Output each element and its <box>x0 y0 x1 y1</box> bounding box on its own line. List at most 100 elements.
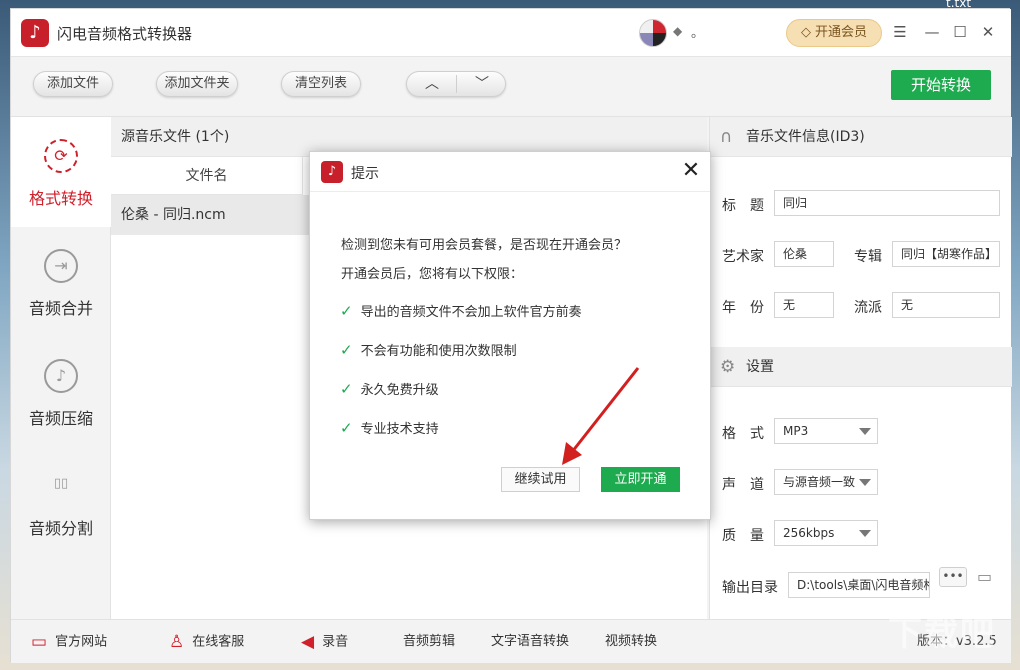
output-dir-field[interactable]: D:\tools\桌面\闪电音频格 <box>788 572 930 598</box>
year-label: 年 份 <box>722 300 764 316</box>
record-link[interactable]: ◀ 录音 <box>301 620 348 664</box>
check-icon: ✓ <box>340 380 353 398</box>
video-convert-link[interactable]: 视频转换 <box>605 620 657 664</box>
record-label: 录音 <box>322 634 349 650</box>
start-convert-button[interactable]: 开始转换 <box>891 70 991 100</box>
refresh-icon: ⟳ <box>44 139 78 173</box>
channel-select-value: 与源音频一致 <box>783 475 856 489</box>
format-label: 格 式 <box>722 426 764 442</box>
footer-bar: ▭ 官方网站 ♙ 在线客服 ◀ 录音 音频剪辑 文字语音转换 视频转换 版本：v3.2… <box>11 619 1011 663</box>
id3-section-header: ∩ 音乐文件信息(ID3) <box>710 117 1012 157</box>
sidebar-item-label: 音频分割 <box>28 519 93 538</box>
format-select-value: MP3 <box>783 424 809 438</box>
headphones-icon: ∩ <box>720 127 733 147</box>
dialog-submessage: 开通会员后，您将有以下权限： <box>341 267 524 282</box>
id3-section-title: 音乐文件信息(ID3) <box>746 129 865 145</box>
channel-label: 声 道 <box>722 477 764 493</box>
perk-item: ✓ 导出的音频文件不会加上软件官方前奏 <box>340 301 582 320</box>
add-file-button[interactable]: 添加文件 <box>33 71 113 97</box>
gem-icon: ◇ <box>800 25 811 40</box>
title-bar: ♪ 闪电音频格式转换器 ◆ 。 ◇ 开通会员 ☰ — ☐ ✕ <box>11 9 1011 57</box>
artist-field[interactable]: 伦桑 <box>774 241 834 267</box>
artist-label: 艺术家 <box>722 249 764 265</box>
app-title: 闪电音频格式转换器 <box>57 25 193 43</box>
tts-link[interactable]: 文字语音转换 <box>491 620 569 664</box>
gear-icon: ⚙ <box>720 357 736 377</box>
quality-select-value: 256kbps <box>783 526 835 540</box>
menu-icon[interactable]: ☰ <box>891 23 909 41</box>
split-icon: ▯▯ <box>53 476 69 491</box>
app-logo-icon: ♪ <box>21 19 49 47</box>
quality-select[interactable]: 256kbps <box>774 520 878 546</box>
audio-cut-link[interactable]: 音频剪辑 <box>403 620 455 664</box>
open-membership-button[interactable]: 立即开通 <box>601 467 680 492</box>
title-field[interactable]: 同归 <box>774 190 1000 216</box>
official-website-link[interactable]: ▭ 官方网站 <box>31 620 107 664</box>
album-field[interactable]: 同归【胡寒作品】 <box>892 241 1000 267</box>
app-logo-icon: ♪ <box>321 161 343 183</box>
dialog-title: 提示 <box>351 166 379 182</box>
perk-label: 导出的音频文件不会加上软件官方前奏 <box>360 305 582 320</box>
genre-label: 流派 <box>854 300 882 316</box>
maximize-icon[interactable]: ☐ <box>951 23 969 41</box>
diamond-icon: ◆ <box>673 24 683 38</box>
close-icon[interactable]: ✕ <box>979 23 997 41</box>
quality-label: 质 量 <box>722 528 764 544</box>
continue-trial-button[interactable]: 继续试用 <box>501 467 580 492</box>
output-dir-label: 输出目录 <box>722 580 778 596</box>
perk-item: ✓ 永久免费升级 <box>340 379 439 398</box>
settings-section-header: ⚙ 设置 <box>710 347 1012 387</box>
folder-icon[interactable]: ▭ <box>977 567 1001 587</box>
perk-label: 永久免费升级 <box>360 383 439 398</box>
sidebar: ⟳ 格式转换 ⇥ 音频合并 ♪ 音频压缩 ▯▯ 音频分割 <box>11 117 111 619</box>
check-icon: ✓ <box>340 302 353 320</box>
clear-list-button[interactable]: 清空列表 <box>281 71 361 97</box>
megaphone-icon: ◀ <box>301 632 315 652</box>
reorder-group: ︿ ﹀ <box>406 71 506 97</box>
chevron-down-icon <box>859 479 871 486</box>
dialog-message: 检测到您未有可用会员套餐，是否现在开通会员？ <box>341 238 628 253</box>
online-support-label: 在线客服 <box>192 634 245 650</box>
move-up-button[interactable]: ︿ <box>407 72 457 96</box>
person-icon: ♙ <box>169 632 185 652</box>
merge-icon: ⇥ <box>44 249 78 283</box>
perk-item: ✓ 不会有功能和使用次数限制 <box>340 340 517 359</box>
vip-button[interactable]: ◇ 开通会员 <box>786 19 882 47</box>
genre-field[interactable]: 无 <box>892 292 1000 318</box>
online-support-link[interactable]: ♙ 在线客服 <box>169 620 244 664</box>
sidebar-item-format-convert[interactable]: ⟳ 格式转换 <box>11 117 111 227</box>
user-avatar[interactable] <box>639 19 667 47</box>
channel-select[interactable]: 与源音频一致 <box>774 469 878 495</box>
minimize-icon[interactable]: — <box>923 23 941 41</box>
year-field[interactable]: 无 <box>774 292 834 318</box>
format-select[interactable]: MP3 <box>774 418 878 444</box>
perk-item: ✓ 专业技术支持 <box>340 418 439 437</box>
column-header-filename[interactable]: 文件名 <box>111 157 303 195</box>
dialog-title-bar: ♪ 提示 ✕ <box>310 152 710 192</box>
toolbar: 添加文件 添加文件夹 清空列表 ︿ ﹀ 开始转换 <box>11 57 1011 117</box>
official-website-label: 官方网站 <box>55 634 108 650</box>
sidebar-item-audio-split[interactable]: ▯▯ 音频分割 <box>11 447 111 557</box>
browse-more-button[interactable]: ••• <box>939 567 967 587</box>
perk-label: 专业技术支持 <box>360 422 439 437</box>
music-note-icon: ♪ <box>44 359 78 393</box>
monitor-icon: ▭ <box>31 632 48 652</box>
check-icon: ✓ <box>340 419 353 437</box>
move-down-button[interactable]: ﹀ <box>457 72 507 96</box>
perk-label: 不会有功能和使用次数限制 <box>360 344 517 359</box>
watermark: 下载吧 <box>888 614 996 654</box>
membership-dialog: ♪ 提示 ✕ 检测到您未有可用会员套餐，是否现在开通会员？ 开通会员后，您将有以… <box>309 151 711 520</box>
chevron-down-icon <box>859 530 871 537</box>
user-name: 。 <box>691 26 705 41</box>
sidebar-item-label: 格式转换 <box>28 189 93 208</box>
vip-button-label: 开通会员 <box>814 25 867 40</box>
settings-section-title: 设置 <box>746 359 774 375</box>
check-icon: ✓ <box>340 341 353 359</box>
info-panel: ∩ 音乐文件信息(ID3) 标 题 同归 艺术家 伦桑 专辑 同归【胡寒作品】 … <box>709 117 1012 619</box>
sidebar-item-label: 音频压缩 <box>28 409 93 428</box>
sidebar-item-audio-merge[interactable]: ⇥ 音频合并 <box>11 227 111 337</box>
add-folder-button[interactable]: 添加文件夹 <box>156 71 238 97</box>
sidebar-item-audio-compress[interactable]: ♪ 音频压缩 <box>11 337 111 447</box>
chevron-down-icon <box>859 428 871 435</box>
close-icon[interactable]: ✕ <box>678 158 704 184</box>
